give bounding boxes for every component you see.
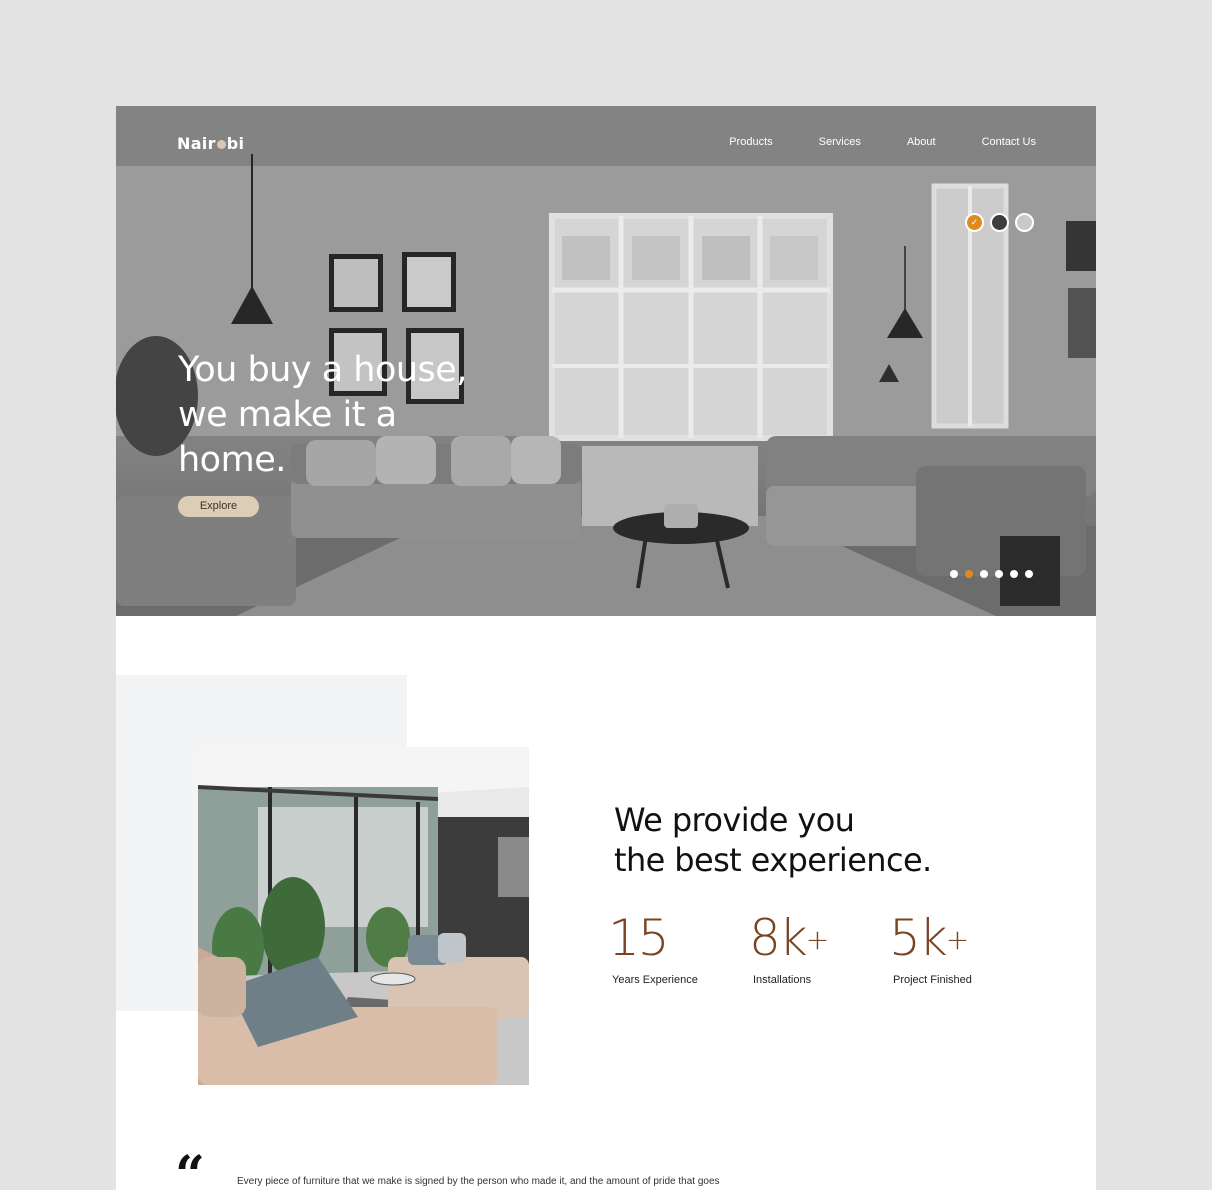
hero-title-line-3: home.	[178, 440, 286, 480]
stat-label: Installations	[753, 974, 812, 986]
hero-title: You buy a house, we make it a home.	[178, 348, 467, 483]
stat-installations: 8k+ Installations	[749, 908, 829, 986]
nav-link-contact-us[interactable]: Contact Us	[982, 136, 1036, 148]
main-navigation: Products Services About Contact Us	[683, 136, 1036, 148]
landing-page: Nair bi Products Services About Contact …	[116, 106, 1096, 1190]
hero-section: Nair bi Products Services About Contact …	[116, 106, 1096, 616]
swatch-light-gray[interactable]	[1015, 213, 1034, 232]
logo-text-end: bi	[226, 134, 245, 153]
brand-logo[interactable]: Nair bi	[177, 134, 244, 153]
color-swatch-picker: ✓	[965, 213, 1034, 232]
logo-text-start: Nair	[177, 134, 216, 153]
stat-value: 5k	[889, 909, 948, 967]
stat-label: Years Experience	[612, 974, 698, 986]
hero-title-line-2: we make it a	[178, 395, 397, 435]
slide-dot-2[interactable]	[965, 570, 973, 578]
swatch-orange[interactable]: ✓	[965, 213, 984, 232]
slide-dot-4[interactable]	[995, 570, 1003, 578]
stat-label: Project Finished	[893, 974, 972, 986]
hero-title-line-1: You buy a house,	[178, 350, 467, 390]
swatch-dark-gray[interactable]	[990, 213, 1009, 232]
stat-years-experience: 15 Years Experience	[608, 908, 698, 986]
slide-pagination	[950, 570, 1033, 578]
stat-value: 15	[608, 909, 670, 967]
stat-suffix: +	[805, 923, 830, 956]
check-icon: ✓	[970, 217, 979, 227]
explore-button[interactable]: Explore	[178, 496, 259, 517]
interior-room-photo	[198, 747, 529, 1085]
logo-dot-icon	[216, 140, 226, 149]
section-title: We provide you the best experience.	[614, 800, 932, 880]
slide-dot-5[interactable]	[1010, 570, 1018, 578]
quote-mark-icon: “	[175, 1145, 205, 1190]
nav-link-about[interactable]: About	[907, 136, 936, 148]
stat-value: 8k	[749, 909, 808, 967]
stat-projects-finished: 5k+ Project Finished	[889, 908, 972, 986]
section-title-line-1: We provide you	[614, 801, 855, 839]
slide-dot-1[interactable]	[950, 570, 958, 578]
section-title-line-2: the best experience.	[614, 841, 932, 879]
slide-dot-3[interactable]	[980, 570, 988, 578]
testimonial-quote-text: Every piece of furniture that we make is…	[237, 1176, 720, 1187]
stat-suffix: +	[945, 923, 970, 956]
nav-link-products[interactable]: Products	[729, 136, 772, 148]
nav-link-services[interactable]: Services	[819, 136, 861, 148]
slide-dot-6[interactable]	[1025, 570, 1033, 578]
